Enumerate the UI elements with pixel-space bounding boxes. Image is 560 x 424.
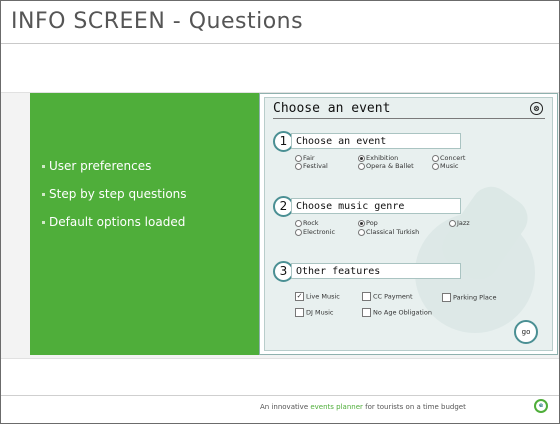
feature-panel: User preferences Step by step questions …: [30, 93, 259, 355]
radio-icon: [358, 228, 365, 236]
radio-icon: [295, 228, 302, 236]
radio-option[interactable]: Jazz: [449, 219, 470, 227]
feature-label: Default options loaded: [49, 215, 186, 229]
feature-item: User preferences: [42, 159, 187, 173]
checkbox-icon: [295, 308, 304, 317]
checkbox-icon: [362, 308, 371, 317]
checkbox-option[interactable]: DJ Music: [295, 308, 333, 317]
step-label-genre: Choose music genre: [291, 198, 461, 214]
checkbox-option[interactable]: ✓ Live Music: [295, 292, 340, 301]
radio-option[interactable]: Exhibition: [358, 154, 398, 162]
app-window: Choose an event ⊗ 1 Choose an event Fair…: [259, 93, 558, 355]
bullet-icon: [42, 221, 45, 224]
radio-icon: [295, 219, 302, 227]
radio-icon: [358, 162, 365, 170]
feature-item: Default options loaded: [42, 215, 187, 229]
app-title: Choose an event: [273, 101, 391, 116]
radio-icon: [295, 162, 302, 170]
footer-text: for tourists on a time budget: [362, 403, 466, 411]
close-icon[interactable]: ⊗: [530, 102, 543, 115]
app-screen: Choose an event ⊗ 1 Choose an event Fair…: [264, 97, 553, 351]
radio-option[interactable]: Classical Turkish: [358, 228, 419, 236]
radio-option[interactable]: Festival: [295, 162, 328, 170]
radio-icon: [432, 154, 439, 162]
footer-highlight: events planner: [310, 403, 363, 411]
step-label-features: Other features: [291, 263, 461, 279]
title-divider: [273, 118, 545, 119]
logo-icon: e: [534, 399, 548, 413]
radio-option[interactable]: Fair: [295, 154, 315, 162]
radio-icon: [432, 162, 439, 170]
radio-option[interactable]: Rock: [295, 219, 319, 227]
radio-option[interactable]: Pop: [358, 219, 378, 227]
radio-icon: [449, 219, 456, 227]
bullet-icon: [42, 193, 45, 196]
radio-selected-icon: [358, 219, 365, 227]
checkbox-option[interactable]: Parking Place: [442, 293, 496, 302]
radio-icon: [295, 154, 302, 162]
checkbox-option[interactable]: CC Payment: [362, 292, 413, 301]
checkbox-icon: [442, 293, 451, 302]
feature-label: User preferences: [49, 159, 152, 173]
radio-option[interactable]: Opera & Ballet: [358, 162, 414, 170]
radio-selected-icon: [358, 154, 365, 162]
checkbox-icon: [362, 292, 371, 301]
footer-tagline: An innovative events planner for tourist…: [260, 403, 466, 411]
feature-list: User preferences Step by step questions …: [42, 159, 187, 243]
go-button[interactable]: go: [514, 320, 538, 344]
checkbox-checked-icon: ✓: [295, 292, 304, 301]
bullet-icon: [42, 165, 45, 168]
title-bar: INFO SCREEN - Questions: [1, 1, 559, 44]
footer-text: An innovative: [260, 403, 311, 411]
step-label-event: Choose an event: [291, 133, 461, 149]
page-title: INFO SCREEN - Questions: [11, 9, 304, 34]
feature-label: Step by step questions: [49, 187, 187, 201]
footer-divider: [1, 395, 559, 396]
checkbox-option[interactable]: No Age Obligation: [362, 308, 432, 317]
radio-option[interactable]: Concert: [432, 154, 465, 162]
radio-option[interactable]: Music: [432, 162, 459, 170]
radio-option[interactable]: Electronic: [295, 228, 335, 236]
feature-item: Step by step questions: [42, 187, 187, 201]
